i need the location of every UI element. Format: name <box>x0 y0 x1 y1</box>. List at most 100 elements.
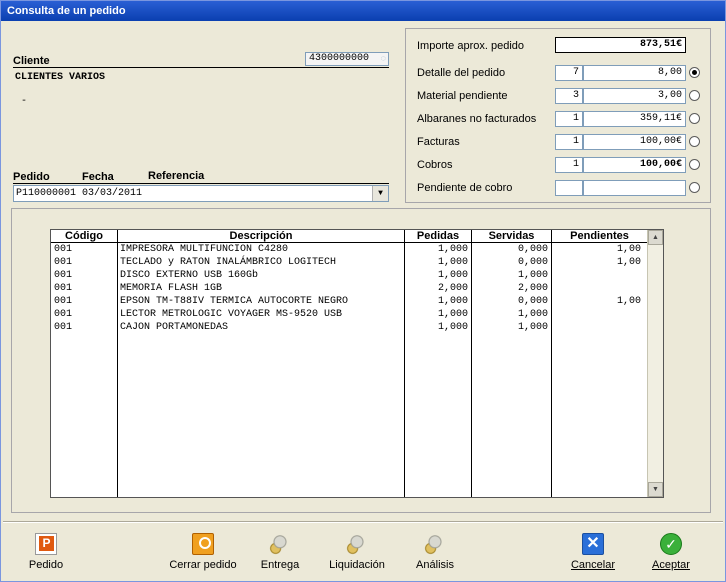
summary-row-amount <box>583 180 686 196</box>
search-icon: ◌ <box>380 54 386 64</box>
toolbar-separator <box>3 521 723 523</box>
cell-pendientes: 1,00 <box>616 257 641 268</box>
summary-row-amount: 100,00€ <box>583 134 686 150</box>
cell-descripcion: LECTOR METROLOGIC VOYAGER MS-9520 USB <box>120 309 343 320</box>
summary-row-radio[interactable] <box>689 113 700 124</box>
aceptar-button[interactable]: ✓ Aceptar <box>649 533 693 571</box>
pedido-button[interactable]: Pedido <box>25 533 67 571</box>
scroll-down-icon[interactable]: ▼ <box>648 482 663 497</box>
entrega-button[interactable]: Entrega <box>258 533 302 571</box>
grid-header: Código Descripción Pedidas Servidas Pend… <box>51 230 647 243</box>
cell-descripcion: DISCO EXTERNO USB 160Gb <box>120 270 259 281</box>
cell-pedidas: 1,000 <box>437 296 468 307</box>
cell-pedidas: 2,000 <box>437 283 468 294</box>
cell-descripcion: TECLADO y RATON INALÁMBRICO LOGITECH <box>120 257 337 268</box>
cell-servidas: 1,000 <box>517 322 548 333</box>
table-row[interactable]: 001 MEMORIA FLASH 1GB 2,000 2,000 <box>51 282 647 295</box>
pedido-button-label: Pedido <box>28 559 64 571</box>
col-descripcion[interactable]: Descripción <box>118 230 405 243</box>
cliente-divider <box>13 67 389 68</box>
cell-pedidas: 1,000 <box>437 244 468 255</box>
cell-codigo: 001 <box>54 322 73 333</box>
summary-row-radio[interactable] <box>689 159 700 170</box>
summary-row-count: 3 <box>555 88 583 104</box>
key-icon <box>192 533 214 555</box>
analisis-label: Análisis <box>416 559 454 571</box>
cell-pedidas: 1,000 <box>437 270 468 281</box>
importe-label: Importe aprox. pedido <box>417 40 525 52</box>
importe-value: 873,51€ <box>555 37 686 53</box>
cell-codigo: 001 <box>54 283 73 294</box>
liquidacion-label: Liquidación <box>329 559 385 571</box>
summary-row-count: 1 <box>555 111 583 127</box>
cell-codigo: 001 <box>54 270 73 281</box>
cell-codigo: 001 <box>54 296 73 307</box>
cell-pedidas: 1,000 <box>437 257 468 268</box>
cliente-label: Cliente <box>13 55 50 67</box>
col-pendientes[interactable]: Pendientes <box>552 230 647 243</box>
pedido-select[interactable]: P110000001 03/03/2011 ▼ <box>13 185 389 202</box>
liquidacion-button[interactable]: Liquidación <box>328 533 386 571</box>
referencia-label: Referencia <box>148 170 205 182</box>
cell-codigo: 001 <box>54 244 73 255</box>
chevron-down-icon[interactable]: ▼ <box>372 186 388 201</box>
coins-icon <box>346 533 368 555</box>
cell-codigo: 001 <box>54 257 73 268</box>
coins-icon <box>424 533 446 555</box>
summary-row-radio[interactable] <box>689 90 700 101</box>
summary-row-label: Facturas <box>417 136 460 148</box>
aceptar-label: Aceptar <box>652 559 690 571</box>
coins-icon <box>269 533 291 555</box>
vertical-scrollbar[interactable]: ▲ ▼ <box>647 230 663 497</box>
cell-pedidas: 1,000 <box>437 309 468 320</box>
summary-row-label: Detalle del pedido <box>417 67 506 79</box>
col-codigo[interactable]: Código <box>51 230 118 243</box>
summary-row-count: 1 <box>555 134 583 150</box>
cliente-name: CLIENTES VARIOS <box>15 72 106 83</box>
cell-servidas: 1,000 <box>517 309 548 320</box>
order-window: Consulta de un pedido Cliente 4300000000… <box>0 0 726 582</box>
pedido-divider <box>13 183 389 184</box>
summary-row-label: Cobros <box>417 159 453 171</box>
summary-row-radio[interactable] <box>689 136 700 147</box>
cell-descripcion: CAJON PORTAMONEDAS <box>120 322 229 333</box>
cell-descripcion: EPSON TM-T88IV TERMICA AUTOCORTE NEGRO <box>120 296 349 307</box>
table-row[interactable]: 001 LECTOR METROLOGIC VOYAGER MS-9520 USB… <box>51 308 647 321</box>
summary-row-label: Pendiente de cobro <box>417 182 513 194</box>
pedido-label: Pedido <box>13 171 50 183</box>
fecha-label: Fecha <box>82 171 114 183</box>
analisis-button[interactable]: Análisis <box>415 533 455 571</box>
summary-row-radio[interactable] <box>689 67 700 78</box>
summary-row-radio[interactable] <box>689 182 700 193</box>
table-row[interactable]: 001 DISCO EXTERNO USB 160Gb 1,000 1,000 <box>51 269 647 282</box>
summary-row-label: Material pendiente <box>417 90 508 102</box>
table-row[interactable]: 001 EPSON TM-T88IV TERMICA AUTOCORTE NEGR… <box>51 295 647 308</box>
cell-servidas: 1,000 <box>517 270 548 281</box>
cell-servidas: 0,000 <box>517 296 548 307</box>
close-icon: ✕ <box>582 533 604 555</box>
col-pedidas[interactable]: Pedidas <box>405 230 472 243</box>
cerrar-pedido-button[interactable]: Cerrar pedido <box>166 533 240 571</box>
table-row[interactable]: 001 CAJON PORTAMONEDAS 1,000 1,000 <box>51 321 647 334</box>
summary-row-amount: 100,00€ <box>583 157 686 173</box>
cliente-code-field[interactable]: 4300000000 ◌ <box>305 52 389 66</box>
pedido-select-value: P110000001 03/03/2011 <box>16 188 143 199</box>
summary-row-count: 7 <box>555 65 583 81</box>
checkmark-icon: ✓ <box>660 533 682 555</box>
cell-servidas: 0,000 <box>517 244 548 255</box>
cliente-code-value: 4300000000 <box>309 53 370 64</box>
table-row[interactable]: 001 IMPRESORA MULTIFUNCION C4280 1,000 0,00… <box>51 243 647 256</box>
cancelar-button[interactable]: ✕ Cancelar <box>569 533 617 571</box>
cell-descripcion: IMPRESORA MULTIFUNCION C4280 <box>120 244 289 255</box>
table-row[interactable]: 001 TECLADO y RATON INALÁMBRICO LOGITECH 1… <box>51 256 647 269</box>
scroll-up-icon[interactable]: ▲ <box>648 230 663 245</box>
cell-pendientes: 1,00 <box>616 244 641 255</box>
summary-row-count <box>555 180 583 196</box>
order-lines-grid[interactable]: Código Descripción Pedidas Servidas Pend… <box>50 229 664 498</box>
entrega-label: Entrega <box>260 559 300 571</box>
summary-row-amount: 359,11€ <box>583 111 686 127</box>
cell-pedidas: 1,000 <box>437 322 468 333</box>
cell-pendientes: 1,00 <box>616 296 641 307</box>
col-servidas[interactable]: Servidas <box>472 230 552 243</box>
window-title: Consulta de un pedido <box>1 1 725 21</box>
